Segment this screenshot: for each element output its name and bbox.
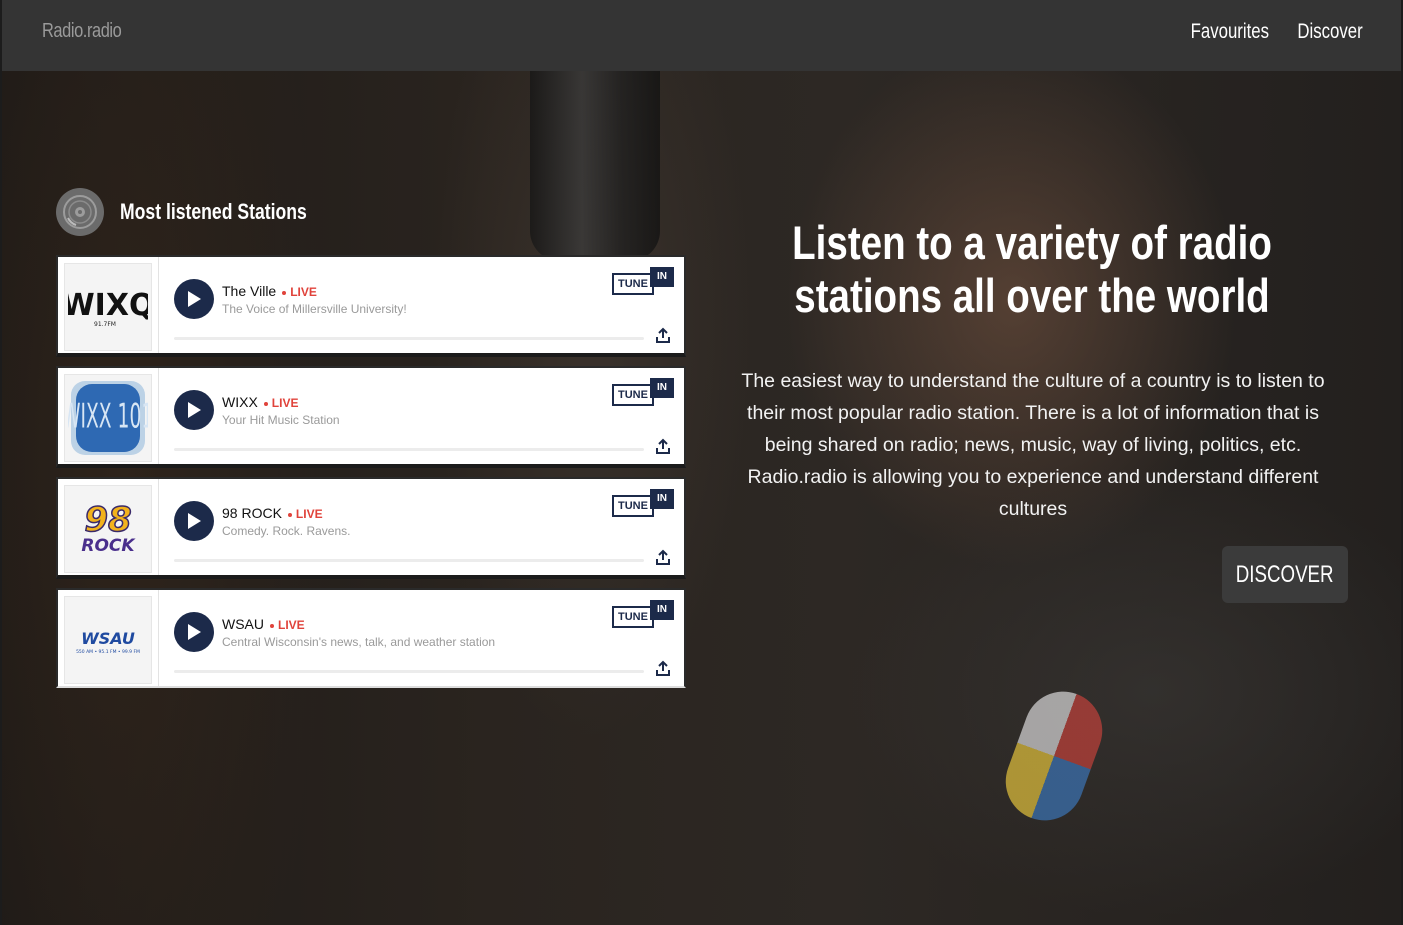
station-name-text: WSAU [222, 616, 264, 632]
play-button[interactable] [174, 279, 214, 319]
brand-logo[interactable]: Radio.radio [42, 20, 122, 43]
share-button[interactable] [654, 438, 672, 456]
section-title: Most listened Stations [120, 199, 307, 224]
discover-button[interactable]: DISCOVER [1222, 546, 1348, 603]
live-badge: LIVE [270, 618, 305, 632]
tunein-tune-label: TUNE [612, 384, 654, 406]
station-name: 98 ROCK LIVE [222, 505, 323, 521]
share-button[interactable] [654, 327, 672, 345]
play-icon [188, 291, 201, 307]
station-logo-text: WIXQ [68, 288, 148, 323]
station-logo-text: WSAU [81, 629, 135, 648]
live-label: LIVE [271, 396, 299, 410]
station-logo: WSAU 550 AM • 95.1 FM • 99.9 FM [64, 596, 152, 684]
play-icon [188, 402, 201, 418]
tunein-logo[interactable]: TUNE IN [612, 378, 674, 406]
navbar: Radio.radio Favourites Discover [2, 0, 1401, 71]
station-card: WIXX 101 WIXX LIVE Your Hit Music Station… [56, 366, 686, 468]
live-dot-icon [282, 290, 287, 295]
station-name: The Ville LIVE [222, 283, 317, 299]
tunein-logo[interactable]: TUNE IN [612, 600, 674, 628]
hero-title: Listen to a variety of radio stations al… [792, 216, 1272, 322]
station-logo-subtext: 91.7FM [94, 321, 116, 328]
divider [158, 590, 159, 686]
divider [158, 257, 159, 353]
station-logo: WIXX 101 [64, 374, 152, 462]
tunein-tune-label: TUNE [612, 273, 654, 295]
station-description: Comedy. Rock. Ravens. [222, 524, 351, 538]
play-button[interactable] [174, 501, 214, 541]
progress-bar[interactable] [174, 337, 644, 340]
station-logo-subtext: 550 AM • 95.1 FM • 99.9 FM [76, 649, 140, 655]
station-logo-text: 98 [84, 500, 131, 540]
play-button[interactable] [174, 612, 214, 652]
tunein-in-label: IN [650, 378, 674, 398]
station-logo-text: WIXX 101 [68, 398, 148, 436]
station-card: 98 ROCK 98 ROCK LIVE Comedy. Rock. Ravens… [56, 477, 686, 579]
station-card: WSAU 550 AM • 95.1 FM • 99.9 FM WSAU LIVE… [56, 588, 686, 688]
play-icon [188, 624, 201, 640]
nav-link-discover[interactable]: Discover [1298, 20, 1363, 44]
station-name-text: The Ville [222, 283, 277, 299]
station-logo-subtext: ROCK [81, 536, 136, 556]
station-description: Your Hit Music Station [222, 413, 340, 427]
live-label: LIVE [278, 618, 305, 632]
live-badge: LIVE [263, 396, 299, 410]
microphone-image [530, 71, 660, 261]
play-icon [188, 513, 201, 529]
tunein-tune-label: TUNE [612, 606, 654, 628]
station-list: WIXQ 91.7FM The Ville LIVE The Voice of M… [56, 255, 686, 688]
disc-icon [56, 188, 104, 236]
share-icon [656, 438, 670, 454]
progress-bar[interactable] [174, 559, 644, 562]
live-dot-icon [263, 401, 268, 406]
live-badge: LIVE [282, 285, 317, 299]
live-dot-icon [287, 512, 292, 517]
discover-button-label: DISCOVER [1236, 560, 1334, 588]
progress-bar[interactable] [174, 448, 644, 451]
live-label: LIVE [295, 507, 323, 521]
tunein-tune-label: TUNE [612, 495, 654, 517]
station-name: WIXX LIVE [222, 394, 298, 410]
nav-links: Favourites Discover [1171, 20, 1363, 44]
tunein-in-label: IN [650, 489, 674, 509]
station-description: Central Wisconsin's news, talk, and weat… [222, 635, 496, 649]
tunein-logo[interactable]: TUNE IN [612, 267, 674, 295]
nav-link-favourites[interactable]: Favourites [1191, 20, 1269, 44]
share-button[interactable] [654, 549, 672, 567]
station-description: The Voice of Millersville University! [222, 302, 407, 316]
station-name: WSAU LIVE [222, 616, 305, 632]
divider [158, 368, 159, 464]
tunein-logo[interactable]: TUNE IN [612, 489, 674, 517]
play-button[interactable] [174, 390, 214, 430]
page: Radio.radio Favourites Discover Most lis… [0, 0, 1403, 925]
share-icon [656, 549, 670, 565]
share-icon [656, 660, 670, 676]
live-label: LIVE [290, 285, 317, 299]
divider [158, 479, 159, 575]
station-name-text: 98 ROCK [222, 505, 282, 521]
live-dot-icon [270, 623, 274, 628]
tunein-in-label: IN [650, 600, 674, 620]
share-button[interactable] [654, 660, 672, 678]
station-logo: WIXQ 91.7FM [64, 263, 152, 351]
station-name-text: WIXX [222, 394, 258, 410]
tunein-in-label: IN [650, 267, 674, 287]
share-icon [656, 327, 670, 343]
station-logo: 98 ROCK [64, 485, 152, 573]
live-badge: LIVE [287, 507, 323, 521]
hero-description: The easiest way to understand the cultur… [741, 370, 1325, 520]
progress-bar[interactable] [174, 670, 644, 673]
station-card: WIXQ 91.7FM The Ville LIVE The Voice of M… [56, 255, 686, 357]
section-heading: Most listened Stations [56, 188, 353, 236]
